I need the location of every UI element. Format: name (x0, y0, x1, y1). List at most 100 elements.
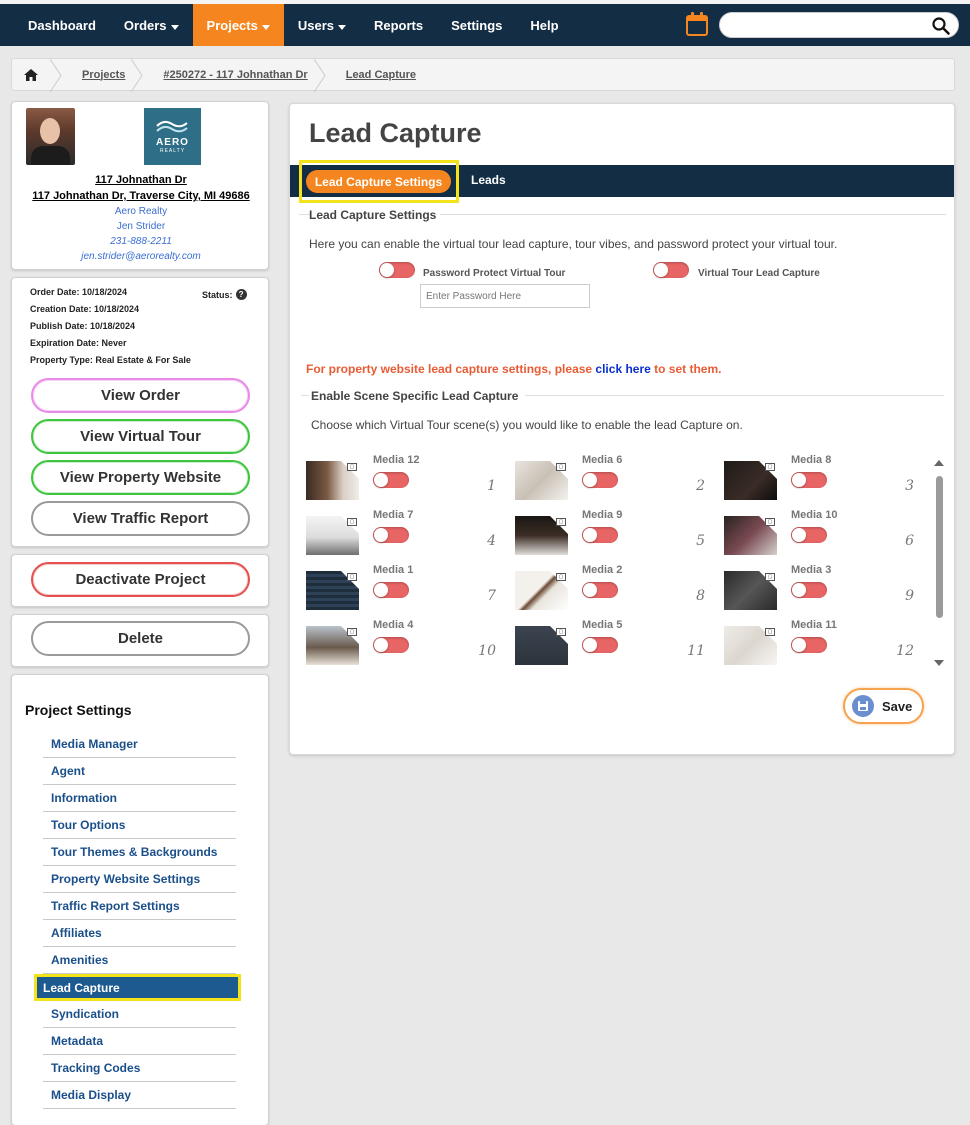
agent-company: Aero Realty (114, 206, 168, 217)
nav-dashboard[interactable]: Dashboard (0, 4, 110, 46)
media-number: 3 (905, 478, 914, 494)
lead-capture-toggle[interactable] (653, 262, 689, 278)
help-icon[interactable]: ? (235, 289, 247, 300)
top-nav: Dashboard Orders Projects Users Reports … (0, 4, 970, 46)
order-panel: Order Date: 10/18/2024 Creation Date: 10… (11, 277, 269, 547)
media-lead-toggle[interactable] (791, 637, 827, 653)
calendar-icon[interactable] (686, 12, 708, 36)
settings-item-tour-themes-backgrounds[interactable]: Tour Themes & Backgrounds (43, 839, 236, 866)
media-lead-toggle[interactable] (582, 527, 618, 543)
media-label: Media 6 (582, 454, 623, 466)
view-property-website-button[interactable]: View Property Website (31, 460, 250, 495)
click-here-link[interactable]: click here (595, 362, 650, 376)
home-icon (24, 68, 38, 81)
scroll-down-icon[interactable] (934, 660, 944, 666)
settings-item-tracking-codes[interactable]: Tracking Codes (43, 1055, 236, 1082)
media-lead-toggle[interactable] (582, 582, 618, 598)
status-label: Status: (202, 289, 233, 300)
media-item: ▢ Media 9 5 (515, 509, 715, 559)
password-protect-toggle[interactable] (379, 262, 415, 278)
breadcrumb-separator (313, 59, 326, 92)
breadcrumb-home[interactable] (12, 59, 62, 92)
status: Status: ? (202, 289, 247, 300)
image-icon: ▢ (556, 573, 566, 581)
media-lead-toggle[interactable] (791, 582, 827, 598)
address-link[interactable]: 117 Johnathan Dr (12, 172, 270, 188)
media-lead-toggle[interactable] (373, 582, 409, 598)
nav-reports[interactable]: Reports (360, 4, 437, 46)
view-order-button[interactable]: View Order (31, 378, 250, 413)
nav-settings[interactable]: Settings (437, 4, 516, 46)
media-thumbnail: ▢ (306, 571, 359, 610)
floppy-disk-icon (852, 695, 874, 717)
settings-item-property-website-settings[interactable]: Property Website Settings (43, 866, 236, 893)
image-icon: ▢ (556, 628, 566, 636)
breadcrumb-link[interactable]: Projects (82, 69, 125, 81)
settings-item-information[interactable]: Information (43, 785, 236, 812)
agent-email: jen.strider@aerorealty.com (81, 251, 201, 262)
avatar (26, 108, 75, 165)
nav-projects[interactable]: Projects (192, 4, 284, 46)
media-lead-toggle[interactable] (791, 472, 827, 488)
nav-users[interactable]: Users (284, 4, 360, 46)
image-icon: ▢ (347, 518, 357, 526)
tab-leads[interactable]: Leads (471, 173, 506, 187)
password-input[interactable] (420, 284, 590, 308)
view-traffic-report-button[interactable]: View Traffic Report (31, 501, 250, 536)
media-thumbnail: ▢ (724, 571, 777, 610)
media-item: ▢ Media 2 8 (515, 564, 715, 614)
media-item: ▢ Media 4 10 (306, 619, 506, 669)
nav-help[interactable]: Help (516, 4, 572, 46)
media-lead-toggle[interactable] (373, 527, 409, 543)
full-address-link[interactable]: 117 Johnathan Dr, Traverse City, MI 4968… (12, 188, 270, 204)
media-scrollbar[interactable] (934, 460, 944, 670)
media-thumbnail: ▢ (724, 516, 777, 555)
settings-item-amenities[interactable]: Amenities (43, 947, 236, 974)
image-icon: ▢ (765, 463, 775, 471)
settings-item-media-manager[interactable]: Media Manager (43, 731, 236, 758)
media-number: 8 (696, 588, 705, 604)
search-icon[interactable] (932, 17, 950, 35)
settings-item-affiliates[interactable]: Affiliates (43, 920, 236, 947)
delete-button[interactable]: Delete (31, 621, 250, 656)
section2-description: Choose which Virtual Tour scene(s) you w… (311, 418, 743, 432)
search-box (719, 12, 959, 38)
media-thumbnail: ▢ (306, 461, 359, 500)
settings-item-metadata[interactable]: Metadata (43, 1028, 236, 1055)
nav-orders[interactable]: Orders (110, 4, 193, 46)
media-number: 4 (487, 533, 496, 549)
image-icon: ▢ (765, 573, 775, 581)
image-icon: ▢ (556, 463, 566, 471)
breadcrumb-link[interactable]: Lead Capture (346, 69, 416, 81)
image-icon: ▢ (765, 518, 775, 526)
tab-highlight: Lead Capture Settings (299, 160, 459, 203)
deactivate-project-button[interactable]: Deactivate Project (31, 562, 250, 597)
media-number: 5 (696, 533, 705, 549)
settings-item-agent[interactable]: Agent (43, 758, 236, 785)
tab-bar: Lead Capture Settings Leads (290, 160, 954, 203)
settings-item-media-display[interactable]: Media Display (43, 1082, 236, 1109)
website-lead-notice: For property website lead capture settin… (306, 362, 722, 376)
media-lead-toggle[interactable] (582, 637, 618, 653)
media-lead-toggle[interactable] (791, 527, 827, 543)
media-lead-toggle[interactable] (582, 472, 618, 488)
tab-lead-capture-settings[interactable]: Lead Capture Settings (306, 170, 451, 193)
media-lead-toggle[interactable] (373, 472, 409, 488)
settings-item-traffic-report-settings[interactable]: Traffic Report Settings (43, 893, 236, 920)
media-thumbnail: ▢ (515, 626, 568, 665)
settings-item-lead-capture[interactable]: Lead Capture (34, 974, 241, 1001)
settings-item-tour-options[interactable]: Tour Options (43, 812, 236, 839)
view-virtual-tour-button[interactable]: View Virtual Tour (31, 419, 250, 454)
search-input[interactable] (732, 13, 932, 37)
save-button[interactable]: Save (843, 688, 924, 724)
settings-item-syndication[interactable]: Syndication (43, 1001, 236, 1028)
scroll-up-icon[interactable] (934, 460, 944, 466)
media-lead-toggle[interactable] (373, 637, 409, 653)
media-thumbnail: ▢ (515, 571, 568, 610)
settings-list: Media Manager Agent Information Tour Option… (34, 731, 241, 1109)
breadcrumb-link[interactable]: #250272 - 117 Johnathan Dr (163, 69, 307, 81)
settings-title: Project Settings (25, 702, 132, 718)
scroll-thumb[interactable] (936, 476, 943, 618)
media-number: 11 (687, 643, 705, 659)
media-thumbnail: ▢ (306, 626, 359, 665)
